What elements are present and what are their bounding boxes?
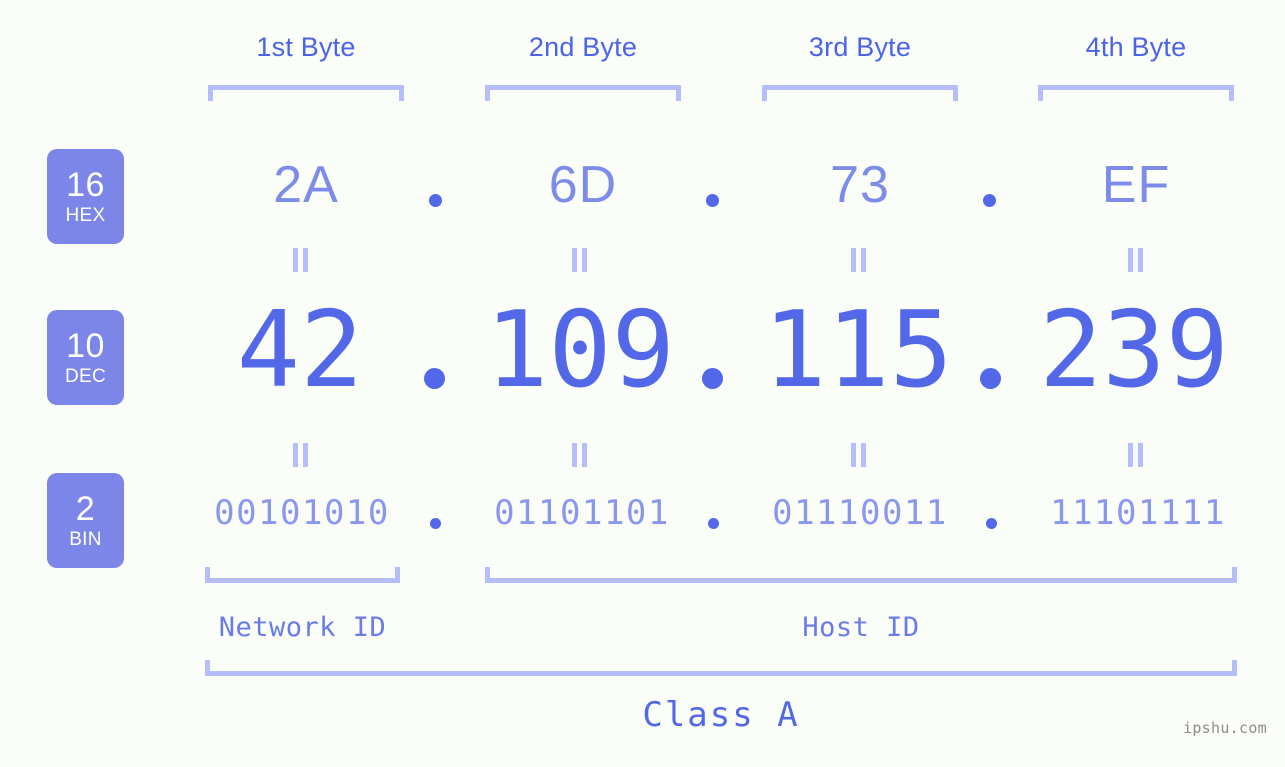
hex-separator-dot-3	[983, 194, 996, 207]
byte-bracket-1	[208, 85, 404, 101]
base-badge-bin-number: 2	[75, 490, 96, 528]
watermark: ipshu.com	[1183, 719, 1267, 737]
dec-octet-4: 239	[1039, 289, 1229, 411]
hex-octet-1: 2A	[273, 156, 339, 214]
dec-octet-1: 42	[236, 289, 364, 411]
base-badge-hex-name: HEX	[65, 205, 106, 226]
equals-icon-hex-dec-4	[1128, 248, 1145, 272]
dec-separator-dot-2	[702, 368, 723, 389]
hex-octet-2: 6D	[548, 156, 618, 214]
hex-octet-3: 73	[830, 156, 890, 214]
base-badge-bin: 2 BIN	[47, 473, 124, 568]
class-bracket	[205, 660, 1237, 676]
ip-address-breakdown-diagram: 1st Byte 2nd Byte 3rd Byte 4th Byte 16 H…	[0, 0, 1285, 767]
class-label: Class A	[642, 695, 800, 735]
base-badge-bin-name: BIN	[69, 529, 102, 550]
bin-separator-dot-2	[708, 518, 719, 529]
hex-octet-4: EF	[1101, 156, 1171, 214]
base-badge-hex: 16 HEX	[47, 149, 124, 244]
network-id-label: Network ID	[218, 612, 387, 643]
equals-icon-hex-dec-1	[293, 248, 310, 272]
equals-icon-hex-dec-2	[572, 248, 589, 272]
equals-icon-dec-bin-3	[851, 443, 868, 467]
bin-separator-dot-1	[430, 518, 441, 529]
network-id-bracket	[205, 567, 400, 583]
base-badge-hex-number: 16	[66, 166, 105, 204]
dec-separator-dot-3	[980, 368, 1001, 389]
equals-icon-dec-bin-4	[1128, 443, 1145, 467]
host-id-bracket	[485, 567, 1237, 583]
dec-separator-dot-1	[424, 368, 445, 389]
dec-octet-2: 109	[485, 289, 675, 411]
byte-bracket-3	[762, 85, 958, 101]
equals-icon-hex-dec-3	[851, 248, 868, 272]
byte-bracket-2	[485, 85, 681, 101]
base-badge-dec-number: 10	[66, 327, 105, 365]
hex-separator-dot-2	[706, 194, 719, 207]
bin-octet-4: 11101111	[1050, 493, 1226, 533]
byte-header-4: 4th Byte	[1085, 32, 1187, 62]
base-badge-dec-name: DEC	[64, 366, 106, 387]
bin-separator-dot-3	[986, 518, 997, 529]
dec-octet-3: 115	[763, 289, 953, 411]
byte-header-2: 2nd Byte	[528, 32, 638, 62]
base-badge-dec: 10 DEC	[47, 310, 124, 405]
equals-icon-dec-bin-1	[293, 443, 310, 467]
bin-octet-3: 01110011	[772, 493, 948, 533]
byte-header-3: 3rd Byte	[808, 32, 912, 62]
byte-bracket-4	[1038, 85, 1234, 101]
hex-separator-dot-1	[429, 194, 442, 207]
byte-header-1: 1st Byte	[256, 32, 356, 62]
bin-octet-2: 01101101	[494, 493, 670, 533]
equals-icon-dec-bin-2	[572, 443, 589, 467]
bin-octet-1: 00101010	[214, 493, 390, 533]
host-id-label: Host ID	[802, 612, 920, 643]
